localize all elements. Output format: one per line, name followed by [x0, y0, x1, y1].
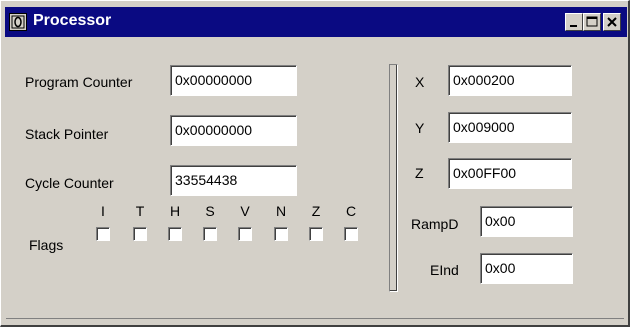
- close-icon: [607, 17, 617, 27]
- flag-letter-c: C: [345, 203, 357, 219]
- flag-letter-i: I: [101, 203, 105, 219]
- program-counter-field[interactable]: 0x00000000: [170, 65, 297, 96]
- z-register-label: Z: [415, 165, 424, 181]
- stack-pointer-label: Stack Pointer: [25, 126, 109, 142]
- processor-app-icon[interactable]: [9, 13, 27, 31]
- flags-label: Flags: [29, 237, 64, 253]
- rampd-label: RampD: [411, 216, 459, 232]
- flag-checkbox-c[interactable]: [344, 227, 358, 241]
- flag-letter-t: T: [135, 203, 145, 219]
- flag-checkbox-i[interactable]: [96, 227, 110, 241]
- flag-letter-h: H: [169, 203, 181, 219]
- flag-checkbox-z[interactable]: [309, 227, 323, 241]
- stack-pointer-field[interactable]: 0x00000000: [170, 115, 297, 146]
- minimize-button[interactable]: [565, 13, 583, 31]
- flag-checkbox-h[interactable]: [168, 227, 182, 241]
- vertical-divider: [389, 64, 398, 292]
- flag-checkbox-t[interactable]: [133, 227, 147, 241]
- program-counter-label: Program Counter: [25, 74, 133, 90]
- x-register-label: X: [415, 74, 425, 90]
- title-bar[interactable]: Processor: [5, 7, 627, 37]
- cycle-counter-label: Cycle Counter: [25, 175, 114, 191]
- flag-letter-z: Z: [311, 203, 321, 219]
- maximize-icon: [586, 16, 598, 27]
- y-register-label: Y: [415, 120, 425, 136]
- z-register-field[interactable]: 0x00FF00: [448, 158, 572, 189]
- rampd-field[interactable]: 0x00: [480, 206, 573, 237]
- bottom-edge: [6, 318, 624, 319]
- close-button[interactable]: [603, 13, 621, 31]
- flag-checkbox-v[interactable]: [238, 227, 252, 241]
- flag-letter-s: S: [205, 203, 215, 219]
- flag-letter-v: V: [240, 203, 250, 219]
- y-register-field[interactable]: 0x009000: [448, 112, 572, 143]
- flag-letter-n: N: [275, 203, 287, 219]
- maximize-button[interactable]: [583, 13, 601, 31]
- eind-label: EInd: [430, 262, 459, 278]
- x-register-field[interactable]: 0x000200: [448, 65, 572, 96]
- flag-checkbox-n[interactable]: [274, 227, 288, 241]
- eind-field[interactable]: 0x00: [480, 253, 573, 284]
- minimize-icon: [570, 25, 577, 27]
- flag-checkbox-s[interactable]: [203, 227, 217, 241]
- cycle-counter-field[interactable]: 33554438: [170, 165, 297, 196]
- window-title: Processor: [33, 12, 112, 29]
